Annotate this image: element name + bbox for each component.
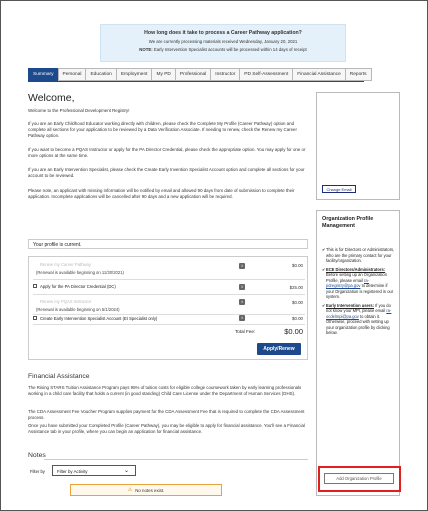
organization-profile-card: Organization Profile Management ✔ This i… <box>316 210 400 496</box>
option-note: (Renewal is available beginning on 11/30… <box>36 270 124 275</box>
financial-paragraph-3: Once you have submitted your Completed P… <box>28 423 305 434</box>
add-organization-profile-button[interactable]: Add Organization Profile <box>324 473 394 484</box>
filter-select[interactable]: Filter by Activity ⌄ <box>52 465 136 476</box>
tab-professional[interactable]: Professional <box>174 68 212 81</box>
profile-status: Your profile is current. <box>28 239 308 249</box>
filter-label: Filter by <box>30 469 45 474</box>
divider <box>33 314 305 315</box>
option-amount: $0.00 <box>292 316 303 321</box>
director-credential-checkbox[interactable] <box>33 284 37 288</box>
no-notes-text: No notes exist. <box>135 487 165 493</box>
divider <box>33 324 305 325</box>
option-label: Renew my Career Pathway <box>40 262 91 267</box>
processing-notice: How long does it take to process a Caree… <box>100 24 346 62</box>
warning-icon: ⚠ <box>127 487 133 493</box>
tab-my-pd[interactable]: My PD <box>151 68 176 81</box>
organization-card-title: Organization Profile Management <box>322 216 374 229</box>
check-icon: ✔ <box>322 266 326 272</box>
info-icon[interactable]: i <box>239 263 245 269</box>
chevron-down-icon: ⌄ <box>123 468 129 474</box>
intro-paragraph-4: Please note, an applicant with missing i… <box>28 188 295 199</box>
divider <box>33 279 305 280</box>
notice-processing: We are currently processing materials re… <box>148 39 298 44</box>
org-info-item: ✔ Early Intervention users: If you do no… <box>322 302 392 336</box>
check-icon: ✔ <box>322 302 326 308</box>
divider <box>33 294 305 295</box>
notice-note: NOTE: Early Intervention Specialist acco… <box>139 47 307 52</box>
tab-education[interactable]: Education <box>85 68 117 81</box>
notes-title: Notes <box>28 452 46 459</box>
option-amount: $25.00 <box>289 285 303 290</box>
info-icon[interactable]: i <box>239 315 245 321</box>
info-icon[interactable]: i <box>239 284 245 290</box>
financial-paragraph-2: The CDA Assessment Fee Voucher Program s… <box>28 409 305 420</box>
check-icon: ✔ <box>322 247 326 252</box>
option-amount: $0.00 <box>292 263 303 268</box>
tab-reports[interactable]: Reports <box>344 68 372 81</box>
profile-photo <box>321 99 397 183</box>
info-icon[interactable]: i <box>239 299 245 305</box>
option-label: Create Early Intervention Specialist Acc… <box>40 316 158 321</box>
change-email-button[interactable]: Change Email <box>322 185 356 193</box>
org-info-item: ✔ ECE Directors/Administrators: Before s… <box>322 266 394 300</box>
tab-summary[interactable]: Summary <box>28 68 59 81</box>
option-label: Apply for the PA Director Credential (DC… <box>40 284 116 289</box>
intro-paragraph-3: If you are an Early Intervention Special… <box>28 167 305 178</box>
filter-value: Filter by Activity <box>57 469 88 474</box>
intro-paragraph-2: If you want to become a PQAS Instructor … <box>28 147 306 158</box>
tab-personal[interactable]: Personal <box>57 68 87 81</box>
page-title: Welcome, <box>28 92 75 104</box>
application-options: Renew my Career Pathway (Renewal is avai… <box>28 256 308 360</box>
profile-tabs: Summary Personal Education Employment My… <box>28 68 372 81</box>
option-note: (Renewal is available beginning on 5/1/2… <box>36 307 120 312</box>
financial-assistance-title: Financial Assistance <box>28 373 90 380</box>
tab-pd-self-assessment[interactable]: PD Self-Assessment <box>239 68 294 81</box>
tab-underline <box>28 81 364 82</box>
financial-paragraph-1: The Rising STARS Tuition Assistance Prog… <box>28 385 302 396</box>
ei-specialist-checkbox[interactable] <box>33 316 37 320</box>
total-fee-label: Total Fee: <box>235 329 256 334</box>
apply-renew-button[interactable]: Apply/Renew <box>257 343 301 355</box>
option-amount: $0.00 <box>292 300 303 305</box>
profile-photo-card: Change Email <box>316 92 400 200</box>
welcome-subtitle: Welcome to the Professional Development … <box>28 108 130 113</box>
tab-employment[interactable]: Employment <box>115 68 153 81</box>
option-label: Renew my PQAS Instructor <box>40 299 92 304</box>
total-fee-amount: $0.00 <box>284 327 303 336</box>
tab-financial-assistance[interactable]: Financial Assistance <box>292 68 346 81</box>
org-info-item: ✔ This is for Directors or Administrator… <box>322 247 395 263</box>
intro-paragraph-1: If you are an Early Childhood Educator w… <box>28 121 297 138</box>
organization-card-body: ✔ This is for Directors or Administrator… <box>322 247 396 339</box>
no-notes-alert: ⚠ No notes exist. <box>70 484 222 496</box>
notice-question: How long does it take to process a Caree… <box>144 30 302 36</box>
tab-instructor[interactable]: Instructor <box>210 68 241 81</box>
notes-divider <box>44 459 308 460</box>
